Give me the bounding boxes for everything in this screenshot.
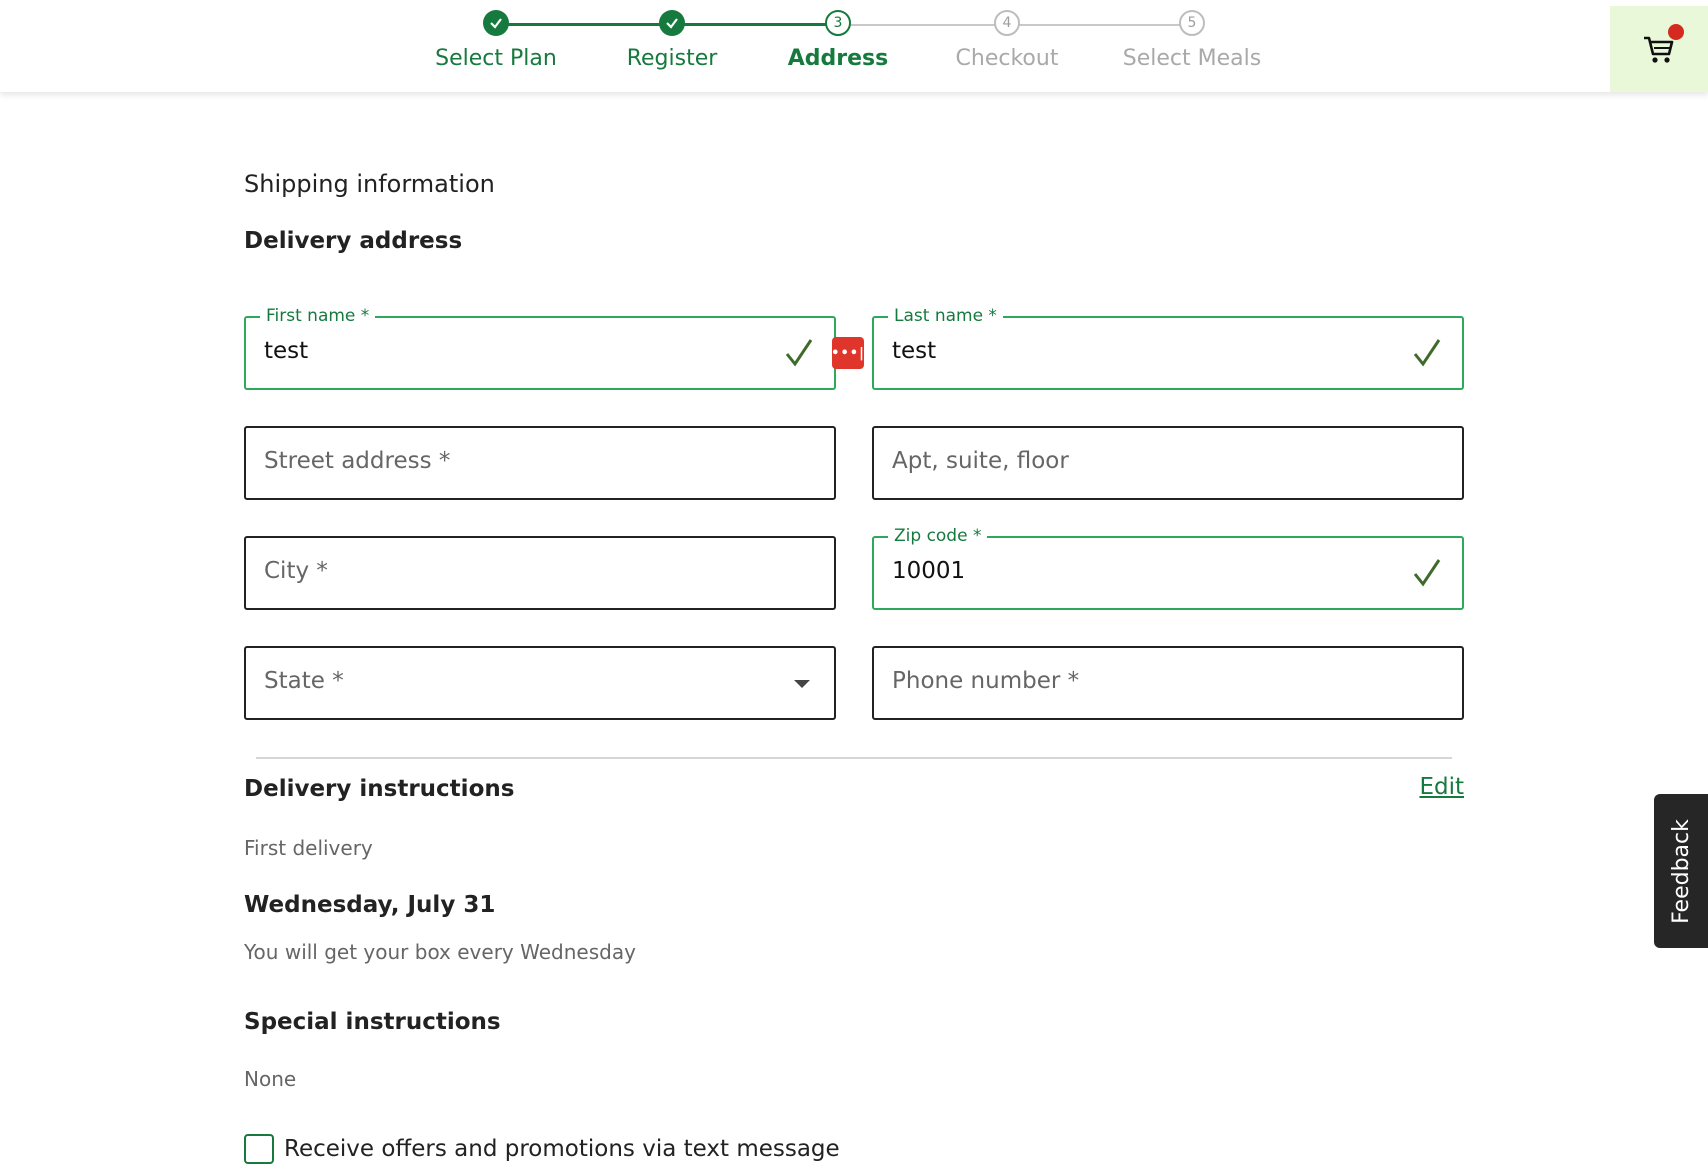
section-title: Shipping information — [244, 170, 495, 198]
header: Select Plan Register 3 Address 4 Checkou… — [0, 0, 1708, 92]
step-label: Select Meals — [1122, 46, 1262, 71]
checkmark-icon — [1413, 339, 1441, 367]
promo-label: Receive offers and promotions via text m… — [284, 1136, 840, 1162]
last-name-field[interactable]: Last name * test — [872, 306, 1464, 390]
feedback-label: Feedback — [1668, 818, 1694, 924]
field-placeholder: Street address * — [264, 448, 451, 474]
field-label: Last name * — [888, 306, 1003, 326]
promo-checkbox[interactable] — [244, 1134, 274, 1164]
step-select-meals: 5 Select Meals — [1092, 10, 1292, 71]
field-placeholder: City * — [264, 558, 328, 584]
phone-number-field[interactable]: Phone number * — [872, 646, 1464, 720]
checkmark-icon — [1413, 559, 1441, 587]
field-value: test — [892, 338, 937, 364]
zip-code-field[interactable]: Zip code * 10001 — [872, 526, 1464, 610]
step-number: 3 — [825, 10, 851, 36]
step-label: Select Plan — [435, 46, 557, 71]
field-label: First name * — [260, 306, 376, 326]
step-select-plan[interactable]: Select Plan — [396, 10, 596, 71]
step-number: 5 — [1179, 10, 1205, 36]
cart-badge — [1668, 24, 1684, 40]
field-label: Zip code * — [888, 526, 988, 546]
field-value: 10001 — [892, 558, 966, 584]
progress-stepper: Select Plan Register 3 Address 4 Checkou… — [0, 0, 1610, 92]
delivery-address-heading: Delivery address — [244, 228, 463, 254]
step-label: Checkout — [955, 46, 1059, 71]
apt-suite-field[interactable]: Apt, suite, floor — [872, 426, 1464, 500]
step-number: 4 — [994, 10, 1020, 36]
special-instructions-heading: Special instructions — [244, 1009, 501, 1035]
step-checkout: 4 Checkout — [907, 10, 1107, 71]
page: Select Plan Register 3 Address 4 Checkou… — [0, 0, 1708, 1164]
cart-button[interactable] — [1610, 6, 1708, 92]
edit-link[interactable]: Edit — [1419, 774, 1464, 800]
state-select[interactable]: State * — [244, 646, 836, 720]
promo-opt-in[interactable]: Receive offers and promotions via text m… — [244, 1134, 840, 1164]
caret-down-icon — [794, 680, 810, 688]
city-field[interactable]: City * — [244, 536, 836, 610]
first-delivery-label: First delivery — [244, 836, 373, 860]
check-icon — [659, 10, 685, 36]
field-placeholder: Phone number * — [892, 668, 1080, 694]
street-address-field[interactable]: Street address * — [244, 426, 836, 500]
password-manager-icon[interactable]: •••| — [831, 337, 864, 369]
check-icon — [483, 10, 509, 36]
delivery-instructions-heading: Delivery instructions — [244, 776, 515, 802]
feedback-tab[interactable]: Feedback — [1654, 794, 1708, 948]
field-placeholder: State * — [264, 668, 344, 694]
first-name-field[interactable]: First name * test — [244, 306, 836, 390]
delivery-date: Wednesday, July 31 — [244, 892, 496, 918]
delivery-recurrence: You will get your box every Wednesday — [244, 940, 636, 964]
divider — [256, 757, 1452, 759]
special-instructions-value: None — [244, 1067, 297, 1091]
checkmark-icon — [785, 339, 813, 367]
field-value: test — [264, 338, 309, 364]
field-placeholder: Apt, suite, floor — [892, 448, 1069, 474]
